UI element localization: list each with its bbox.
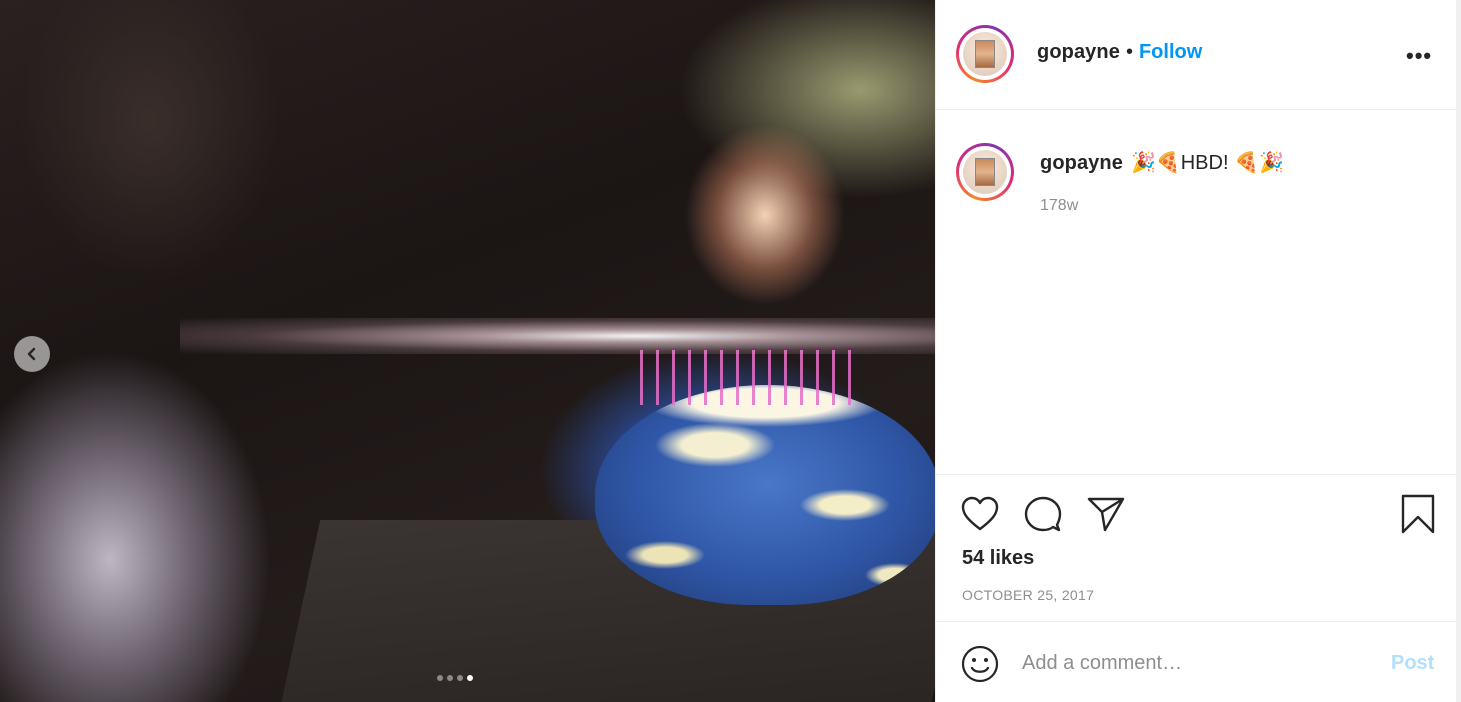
avatar-photo [975,40,995,68]
caption: gopayne 🎉🍕HBD! 🍕🎉 [1040,150,1284,175]
caption-avatar-border [959,146,1011,198]
photo-candles [640,350,860,405]
carousel-indicator [437,675,473,681]
comment-icon [1024,496,1062,532]
action-bar: 54 likes OCTOBER 25, 2017 [936,474,1457,621]
caption-avatar-photo [975,158,995,186]
likes-count[interactable]: 54 likes [962,547,1034,570]
send-icon [1087,497,1125,532]
bookmark-icon [1401,494,1435,534]
heart-icon [961,496,999,531]
comment-button[interactable] [1023,495,1063,538]
caption-username[interactable]: gopayne [1040,152,1123,175]
post-sidebar: gopayne • Follow ••• gopayne 🎉🍕HBD! 🍕🎉 1… [935,0,1457,702]
avatar-border [959,28,1011,80]
window-edge [1456,0,1461,702]
caption-timestamp[interactable]: 178w [1040,197,1078,215]
header-user-line: gopayne • Follow [1037,41,1202,64]
photo-cake [595,385,935,605]
post-media[interactable] [0,0,935,702]
carousel-prev-button[interactable] [14,336,50,372]
caption-avatar-image [963,150,1007,194]
follow-button[interactable]: Follow [1139,41,1202,64]
avatar[interactable] [956,25,1014,83]
carousel-dot-active [467,675,473,681]
like-button[interactable] [960,495,1000,538]
header-separator: • [1125,41,1133,63]
carousel-dot [437,675,443,681]
comment-bar: Post [936,621,1457,702]
post-header: gopayne • Follow ••• [936,0,1457,110]
emoji-button[interactable] [960,644,1000,689]
smiley-icon [961,645,999,683]
chevron-left-icon [27,347,36,361]
carousel-dot [457,675,463,681]
post-comment-button[interactable]: Post [1391,652,1434,675]
avatar-image [963,32,1007,76]
caption-text: 🎉🍕HBD! 🍕🎉 [1130,152,1284,174]
comment-input[interactable] [1022,648,1372,678]
save-button[interactable] [1400,493,1436,540]
carousel-dot [447,675,453,681]
header-username[interactable]: gopayne [1037,41,1120,64]
caption-avatar[interactable] [956,143,1014,201]
more-options-icon[interactable]: ••• [1406,43,1432,69]
photo-light-flare [180,318,935,354]
post-date: OCTOBER 25, 2017 [962,587,1095,603]
share-button[interactable] [1086,495,1126,538]
